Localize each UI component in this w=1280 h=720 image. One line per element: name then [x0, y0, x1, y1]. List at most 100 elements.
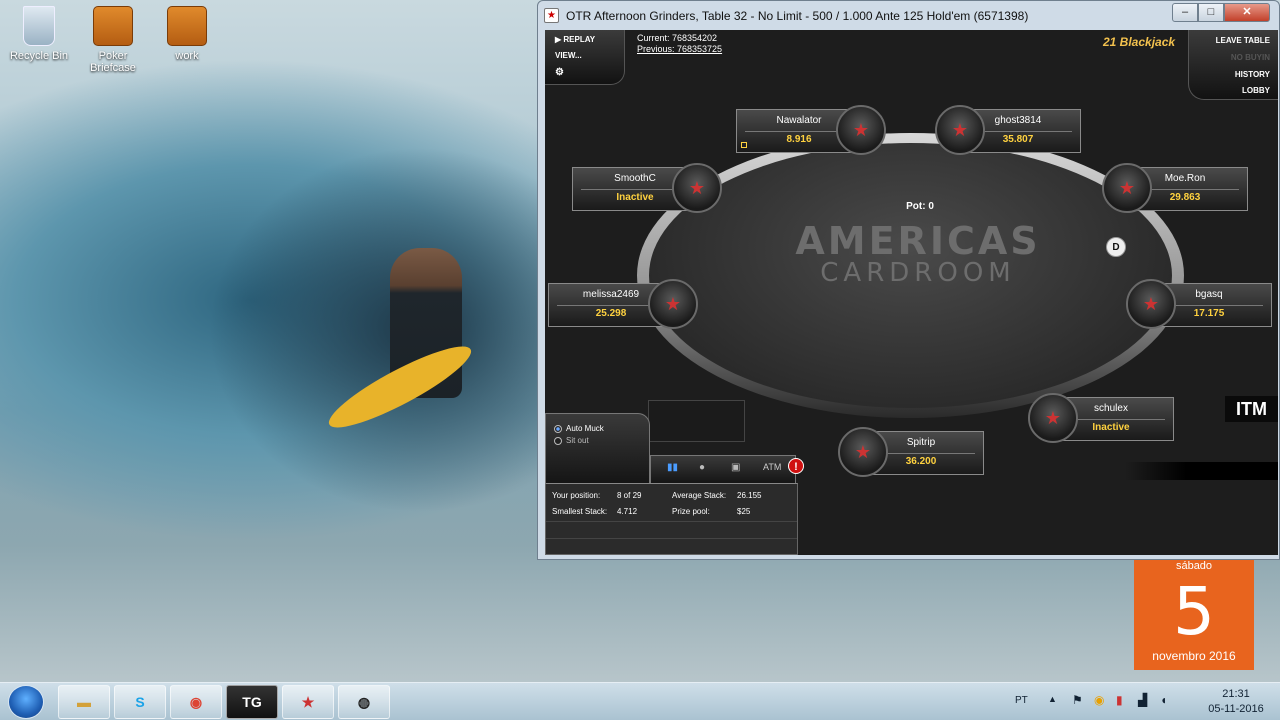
player-avatar-star-icon: ★	[838, 427, 888, 477]
your-position-value: 8 of 29	[617, 491, 642, 500]
clock-date: 05-11-2016	[1208, 703, 1264, 715]
seat-ghost3814[interactable]: ghost3814 35.807 ★	[935, 105, 1081, 155]
close-button[interactable]: ✕	[1224, 3, 1270, 22]
tg-app-icon[interactable]: TG	[226, 685, 278, 719]
player-avatar-star-icon: ★	[1028, 393, 1078, 443]
smallest-stack-label: Smallest Stack:	[552, 507, 608, 516]
logo-line2: CARDROOM	[820, 258, 1016, 288]
auto-muck-option[interactable]: Auto Muck	[554, 424, 604, 433]
table-area: AMERICAS CARDROOM Pot: 0 D ▶ REPLAY VIEW…	[545, 30, 1278, 555]
calendar-weekday: sábado	[1175, 560, 1213, 572]
pot-label: Pot: 0	[906, 201, 934, 212]
maximize-button[interactable]: □	[1198, 3, 1224, 22]
seat-schulex[interactable]: schulex Inactive ★	[1028, 393, 1174, 443]
clock[interactable]: 21:31 05-11-2016	[1196, 687, 1276, 717]
acr-star-icon[interactable]: ★	[282, 685, 334, 719]
seat-nawalator[interactable]: Nawalator 8.916 ★	[736, 105, 886, 155]
info-tabs: ▮▮ ● ▣ ATM !	[650, 455, 804, 483]
sit-out-label: Sit out	[566, 436, 589, 445]
start-button[interactable]	[8, 685, 44, 719]
tournament-stats-panel: Your position: 8 of 29 Average Stack: 26…	[545, 483, 798, 555]
language-indicator[interactable]: PT	[1015, 695, 1028, 706]
chrome-icon[interactable]: ◉	[170, 685, 222, 719]
leave-table-button[interactable]: LEAVE TABLE	[1216, 36, 1270, 45]
system-tray: PT ▲ ⚑ ◉ ▮ ▟ ◖ 21:31 05-11-2016	[1010, 683, 1280, 720]
divider	[546, 538, 797, 539]
player-avatar-star-icon: ★	[672, 163, 722, 213]
prize-pool-value: $25	[737, 507, 751, 516]
average-stack-label: Average Stack:	[672, 491, 727, 500]
power-icon[interactable]: ▮	[1116, 693, 1123, 707]
smallest-stack-value: 4.712	[617, 507, 638, 516]
auto-muck-radio[interactable]	[554, 424, 562, 433]
atm-tab[interactable]: ATM	[763, 462, 781, 472]
seat-spitrip[interactable]: Spitrip 36.200 ★	[838, 427, 984, 477]
history-button[interactable]: HISTORY	[1235, 70, 1270, 79]
calendar-day: 5	[1173, 573, 1215, 650]
folder-icon[interactable]: ▬	[58, 685, 110, 719]
player-avatar-star-icon: ★	[935, 105, 985, 155]
lobby-button[interactable]: LOBBY	[1242, 86, 1270, 95]
briefcase-icon	[93, 6, 133, 46]
show-hidden-icons-icon[interactable]: ▲	[1048, 694, 1057, 704]
minimize-button[interactable]: –	[1172, 3, 1198, 22]
update-icon[interactable]: ◉	[1094, 693, 1104, 707]
itm-bar	[1125, 462, 1278, 480]
desktop-icon-label: Poker Briefcase	[90, 50, 136, 74]
view-button[interactable]: VIEW...	[549, 51, 582, 60]
dealer-button: D	[1106, 237, 1126, 257]
your-position-label: Your position:	[552, 491, 601, 500]
taskbar: ▬ S ◉ TG ★ ◍ PT ▲ ⚑ ◉ ▮ ▟ ◖ 21:31 05-11-…	[0, 682, 1280, 720]
chip-icon	[741, 142, 747, 148]
blackjack-logo[interactable]: 21 Blackjack	[1103, 35, 1175, 49]
action-area-placeholder	[648, 400, 745, 442]
player-options-panel: Auto Muck Sit out	[545, 413, 650, 483]
clock-time: 21:31	[1222, 688, 1250, 700]
player-avatar-star-icon: ★	[1102, 163, 1152, 213]
previous-hand-link[interactable]: Previous: 768353725	[637, 44, 722, 55]
alert-icon[interactable]: !	[788, 458, 804, 474]
top-right-menu: LEAVE TABLE NO BUYIN HISTORY LOBBY	[1188, 30, 1278, 100]
no-buyin-button[interactable]: NO BUYIN	[1231, 53, 1270, 62]
prize-pool-label: Prize pool:	[672, 507, 710, 516]
obs-icon[interactable]: ◍	[338, 685, 390, 719]
seat-bgasq[interactable]: bgasq 17.175 ★	[1126, 279, 1272, 329]
sit-out-radio[interactable]	[554, 436, 562, 445]
desktop-icon-label: Recycle Bin	[9, 50, 69, 62]
replay-button[interactable]: ▶ REPLAY	[549, 35, 595, 44]
briefcase-icon	[167, 6, 207, 46]
window-title: OTR Afternoon Grinders, Table 32 - No Li…	[566, 9, 1029, 23]
notes-icon[interactable]: ▣	[731, 462, 740, 473]
stats-row: Smallest Stack: 4.712 Prize pool: $25	[546, 504, 797, 520]
desktop-icon-label: work	[175, 50, 199, 62]
settings-gear-icon[interactable]: ⚙	[549, 67, 564, 78]
top-left-toolbar: ▶ REPLAY VIEW... ⚙	[545, 30, 625, 85]
chat-bubble-icon[interactable]: ●	[699, 462, 705, 473]
itm-badge: ITM	[1225, 396, 1278, 422]
recycle-bin-icon	[23, 6, 55, 46]
auto-muck-label: Auto Muck	[566, 424, 604, 433]
sit-out-option[interactable]: Sit out	[554, 436, 589, 445]
stats-row: Your position: 8 of 29 Average Stack: 26…	[546, 488, 797, 504]
seat-moe-ron[interactable]: Moe.Ron 29.863 ★	[1102, 163, 1248, 213]
divider	[546, 521, 797, 522]
skype-icon[interactable]: S	[114, 685, 166, 719]
desktop-icon-work[interactable]: work	[150, 6, 224, 62]
stats-chart-icon[interactable]: ▮▮	[667, 462, 678, 473]
logo-line1: AMERICAS	[795, 219, 1041, 263]
seat-melissa2469[interactable]: melissa2469 25.298 ★	[548, 279, 698, 329]
seat-smoothc[interactable]: SmoothC Inactive ★	[572, 163, 722, 213]
average-stack-value: 26.155	[737, 491, 762, 500]
network-icon[interactable]: ▟	[1138, 693, 1147, 707]
flag-icon[interactable]: ⚑	[1072, 693, 1083, 707]
calendar-gadget[interactable]: sábado 5 novembro 2016	[1134, 560, 1254, 670]
poker-table-window[interactable]: ★ OTR Afternoon Grinders, Table 32 - No …	[537, 0, 1280, 560]
desktop-icon-poker-briefcase[interactable]: Poker Briefcase	[76, 6, 150, 74]
volume-icon[interactable]: ◖	[1160, 693, 1167, 707]
current-hand: Current: 768354202	[637, 33, 718, 43]
player-avatar-star-icon: ★	[1126, 279, 1176, 329]
room-logo: AMERICAS CARDROOM	[763, 222, 1073, 286]
player-avatar-star-icon: ★	[836, 105, 886, 155]
desktop-icon-recycle-bin[interactable]: Recycle Bin	[2, 6, 76, 62]
calendar-month: novembro 2016	[1152, 649, 1236, 663]
